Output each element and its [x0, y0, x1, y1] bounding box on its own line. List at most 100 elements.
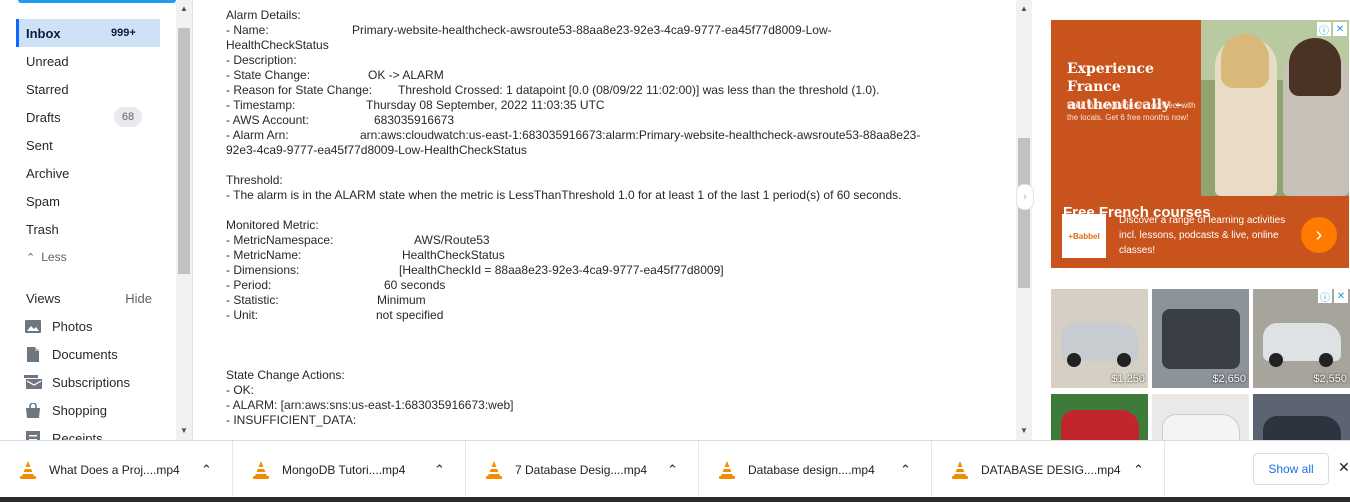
namespace-value: AWS/Route53 [414, 233, 490, 247]
download-filename: 7 Database Desig....mp4 [515, 462, 648, 477]
chevron-up-icon[interactable]: ⌃ [434, 462, 445, 478]
views-label: Views [26, 290, 61, 306]
car-price: $2,550 [1313, 373, 1347, 385]
message-body: Alarm Details: - Name: Primary-website-he… [192, 0, 1018, 440]
message-scrollbar[interactable]: ▲ ▼ [1016, 0, 1032, 440]
compose-button[interactable] [18, 0, 176, 3]
sidebar-item-archive[interactable]: Archive [16, 159, 160, 187]
period-key: - Period: [226, 278, 272, 292]
download-item[interactable]: 7 Database Desig....mp4 ⌃ [466, 441, 699, 498]
message-scroll-thumb[interactable] [1018, 138, 1030, 288]
sidebar-item-drafts[interactable]: Drafts 68 [16, 103, 160, 131]
collapse-rail-button[interactable]: › [1016, 184, 1034, 210]
chevron-up-icon[interactable]: ⌃ [667, 462, 678, 478]
sidebar-item-spam[interactable]: Spam [16, 187, 160, 215]
sidebar-item-subscriptions[interactable]: Subscriptions [24, 368, 174, 396]
close-icon[interactable]: ✕ [1338, 459, 1350, 476]
ad-info-icon[interactable]: ⓘ [1317, 22, 1331, 37]
sidebar-item-label: Starred [26, 81, 69, 97]
sidebar-item-label: Spam [26, 193, 60, 209]
document-icon [24, 345, 42, 363]
sidebar-item-label: Shopping [52, 402, 107, 418]
vlc-icon [952, 460, 968, 479]
sidebar-item-unread[interactable]: Unread [16, 47, 160, 75]
babbel-ad[interactable]: Experience France authentically – learn … [1051, 20, 1349, 268]
namespace-key: - MetricNamespace: [226, 233, 334, 247]
car-price: $2,650 [1212, 373, 1246, 385]
aws-account-value: 683035916673 [374, 113, 455, 127]
download-filename: MongoDB Tutori....mp4 [282, 462, 406, 477]
drafts-count-badge: 68 [114, 107, 142, 127]
sidebar-item-label: Unread [26, 53, 69, 69]
ad-choices[interactable]: ⓘ ✕ [1318, 289, 1348, 304]
taskbar-edge [0, 497, 1350, 502]
receipt-icon [24, 429, 42, 440]
hide-views-button[interactable]: Hide [125, 291, 152, 306]
ad-description: Discover a range of learning activities … [1119, 215, 1286, 256]
download-filename: DATABASE DESIG....mp4 [981, 462, 1121, 477]
ad-choices[interactable]: ⓘ ✕ [1317, 22, 1347, 37]
scroll-up-arrow-icon[interactable]: ▲ [1020, 4, 1028, 13]
scroll-up-arrow-icon[interactable]: ▲ [180, 4, 188, 13]
chevron-up-icon[interactable]: ⌃ [201, 462, 212, 478]
photos-icon [24, 317, 42, 335]
vlc-icon [719, 460, 735, 479]
sidebar-item-starred[interactable]: Starred [16, 75, 160, 103]
download-item[interactable]: Database design....mp4 ⌃ [699, 441, 932, 498]
show-all-button[interactable]: Show all [1253, 453, 1329, 485]
sidebar-item-label: Archive [26, 165, 70, 181]
reason-value: Threshold Crossed: 1 datapoint [0.0 (08/… [398, 83, 880, 97]
sidebar: Inbox 999+ Unread Starred Drafts 68 Sent… [0, 0, 192, 440]
name-value-continued: HealthCheckStatus [226, 38, 329, 52]
scroll-down-arrow-icon[interactable]: ▼ [1020, 426, 1028, 435]
sidebar-item-label: Documents [52, 346, 118, 362]
ad-cta-button[interactable]: › [1301, 217, 1337, 253]
cars-ad[interactable]: ⓘ ✕ $1,250 $2,650 $2,550 [1051, 289, 1350, 440]
scroll-down-arrow-icon[interactable]: ▼ [180, 426, 188, 435]
close-icon[interactable]: ✕ [1334, 289, 1348, 303]
ad-info-icon[interactable]: ⓘ [1318, 289, 1332, 304]
vlc-icon [20, 460, 36, 479]
statistic-key: - Statistic: [226, 293, 279, 307]
unit-key: - Unit: [226, 308, 259, 322]
ad-subtext: learn the language and connect with the … [1067, 101, 1196, 122]
car-listing[interactable] [1152, 394, 1249, 440]
chevron-up-icon[interactable]: ⌃ [1133, 462, 1144, 478]
sidebar-scroll-thumb[interactable] [178, 28, 190, 274]
chevron-up-icon[interactable]: ⌃ [900, 462, 911, 478]
sidebar-item-documents[interactable]: Documents [24, 340, 174, 368]
close-icon[interactable]: ✕ [1333, 22, 1347, 36]
sidebar-item-trash[interactable]: Trash [16, 215, 160, 243]
alarm-arn-value-continued: 92e3-4ca9-9777-ea45f77d8009-Low-HealthCh… [226, 143, 527, 157]
sidebar-item-photos[interactable]: Photos [24, 312, 174, 340]
car-listing[interactable]: $2,650 [1152, 289, 1249, 388]
state-change-actions-heading: State Change Actions: [226, 368, 345, 382]
metric-name-value: HealthCheckStatus [402, 248, 505, 262]
insufficient-data-action: - INSUFFICIENT_DATA: [226, 413, 357, 427]
download-item[interactable]: MongoDB Tutori....mp4 ⌃ [233, 441, 466, 498]
car-listing[interactable] [1051, 394, 1148, 440]
car-listing[interactable]: $2,550 [1253, 289, 1350, 388]
sidebar-scrollbar[interactable]: ▲ ▼ [176, 0, 192, 440]
alarm-action: - ALARM: [arn:aws:sns:us-east-1:68303591… [226, 398, 514, 412]
aws-account-key: - AWS Account: [226, 113, 309, 127]
car-listing[interactable]: $1,250 [1051, 289, 1148, 388]
car-listing[interactable] [1253, 394, 1350, 440]
download-item[interactable]: What Does a Proj....mp4 ⌃ [0, 441, 233, 498]
download-item[interactable]: DATABASE DESIG....mp4 ⌃ [932, 441, 1165, 498]
ad-rail: › Experience France authentically – lear… [1016, 0, 1350, 440]
sidebar-item-label: Sent [26, 137, 53, 153]
unread-count: 999+ [111, 27, 136, 39]
sidebar-item-inbox[interactable]: Inbox 999+ [16, 19, 160, 47]
alarm-arn-value: arn:aws:cloudwatch:us-east-1:68303591667… [360, 128, 921, 142]
alarm-details-heading: Alarm Details: [226, 8, 301, 22]
reason-key: - Reason for State Change: [226, 83, 373, 97]
sidebar-item-receipts[interactable]: Receipts [24, 424, 174, 440]
less-toggle[interactable]: ⌃ Less [16, 243, 160, 271]
download-filename: Database design....mp4 [748, 462, 875, 477]
sidebar-item-shopping[interactable]: Shopping [24, 396, 174, 424]
sidebar-item-sent[interactable]: Sent [16, 131, 160, 159]
name-value: Primary-website-healthcheck-awsroute53-8… [352, 23, 832, 37]
sidebar-item-label: Inbox [26, 25, 61, 41]
chevron-up-icon: ⌃ [26, 251, 36, 264]
